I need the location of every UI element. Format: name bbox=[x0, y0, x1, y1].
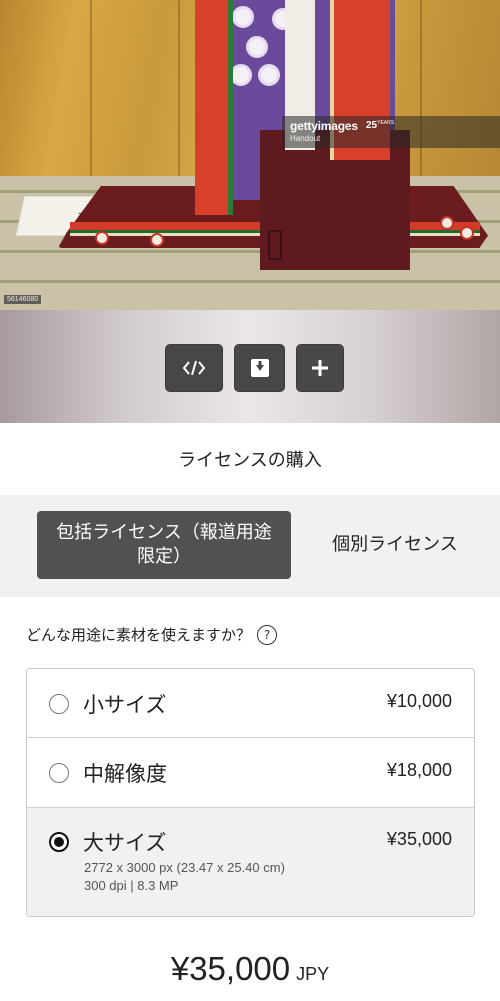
usage-question: どんな用途に素材を使えますか？ ? bbox=[26, 624, 278, 645]
total-price: ¥35,000 JPY bbox=[0, 950, 500, 988]
plus-icon bbox=[312, 360, 328, 376]
robe-crest bbox=[440, 216, 454, 230]
option-resolution: 300 dpi | 8.3 MP bbox=[84, 878, 179, 893]
download-icon bbox=[250, 359, 269, 377]
option-label: 中解像度 bbox=[83, 762, 167, 786]
option-price: ¥35,000 bbox=[386, 829, 452, 849]
option-medium[interactable]: 中解像度 ¥18,000 bbox=[27, 738, 474, 808]
option-price: ¥18,000 bbox=[386, 760, 452, 780]
folding-screen-seam bbox=[178, 0, 180, 180]
radio-small[interactable] bbox=[49, 694, 69, 714]
radio-large[interactable] bbox=[49, 832, 69, 852]
watermark-credit: Handout bbox=[290, 134, 321, 143]
license-tabs: 包括ライセンス（報道用途限定） 個別ライセンス bbox=[0, 495, 500, 597]
robe-crest bbox=[232, 6, 254, 28]
panel-title: ライセンスの購入 bbox=[0, 423, 500, 495]
robe-crest bbox=[246, 36, 268, 58]
embed-button[interactable] bbox=[165, 344, 223, 392]
tab-editorial-license[interactable]: 包括ライセンス（報道用途限定） bbox=[37, 511, 291, 579]
badge-number: 25 bbox=[366, 120, 378, 131]
getty-watermark: gettyimages Handout 25YEARS bbox=[282, 116, 500, 148]
robe-crest bbox=[230, 64, 252, 86]
option-small[interactable]: 小サイズ ¥10,000 bbox=[27, 669, 474, 738]
total-amount: ¥35,000 bbox=[170, 950, 291, 987]
add-to-board-button[interactable] bbox=[296, 344, 344, 392]
total-currency: JPY bbox=[296, 964, 330, 984]
robe-crest bbox=[150, 233, 164, 247]
code-embed-icon bbox=[182, 360, 206, 376]
usage-question-text: どんな用途に素材を使えますか？ bbox=[26, 626, 252, 644]
image-id-label: 56146080 bbox=[4, 295, 42, 304]
robe-crest bbox=[460, 226, 474, 240]
option-dimensions: 2772 x 3000 px (23.47 x 25.40 cm) bbox=[84, 860, 285, 875]
robe-crest bbox=[258, 64, 280, 86]
radio-medium[interactable] bbox=[49, 763, 69, 783]
badge-sub: YEARS bbox=[377, 120, 395, 126]
option-price: ¥10,000 bbox=[386, 691, 452, 711]
robe-red-layer bbox=[195, 0, 233, 215]
robe-seam bbox=[268, 230, 282, 260]
tab-individual-license[interactable]: 個別ライセンス bbox=[318, 511, 472, 579]
option-label: 大サイズ bbox=[83, 831, 167, 855]
help-icon[interactable]: ? bbox=[257, 624, 278, 645]
option-large[interactable]: 大サイズ ¥35,000 2772 x 3000 px (23.47 x 25.… bbox=[27, 808, 474, 916]
download-button[interactable] bbox=[234, 344, 285, 392]
robe-crest bbox=[95, 231, 109, 245]
option-label: 小サイズ bbox=[83, 693, 167, 717]
preview-image: 一月の gettyimages Handout 25YEARS 56146080 bbox=[0, 0, 500, 310]
folding-screen-seam bbox=[90, 0, 92, 180]
folding-screen-seam bbox=[420, 0, 422, 180]
size-options: 小サイズ ¥10,000 中解像度 ¥18,000 大サイズ ¥35,000 2… bbox=[26, 668, 475, 917]
image-actions-bar bbox=[0, 310, 500, 423]
anniversary-badge: 25YEARS bbox=[366, 120, 394, 131]
